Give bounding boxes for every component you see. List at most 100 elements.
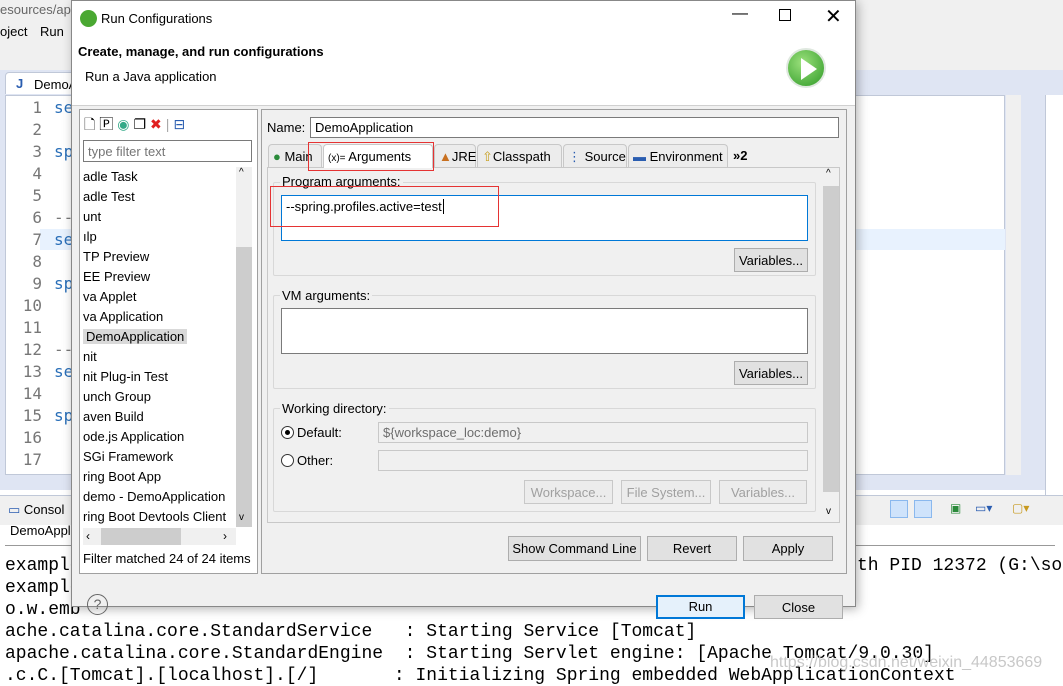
duplicate-icon[interactable]: ❐ <box>133 116 150 132</box>
line-number: 5 <box>32 186 42 205</box>
help-icon[interactable]: ? <box>87 594 108 615</box>
collapse-all-icon[interactable]: ⊟ <box>173 116 189 132</box>
maximize-button[interactable] <box>779 9 791 21</box>
line-number: 13 <box>22 362 42 381</box>
line-number: 9 <box>32 274 42 293</box>
line-number: 1 <box>32 98 42 117</box>
minimize-button[interactable]: — <box>732 5 748 23</box>
default-radio[interactable] <box>281 426 294 439</box>
config-tree-item[interactable]: unt <box>83 209 101 224</box>
environment-tab-icon: ▬ <box>633 149 650 164</box>
tree-vscrollbar[interactable]: ^ v <box>236 167 252 527</box>
tabs-overflow[interactable]: »2 <box>729 144 753 168</box>
console-line: ache.catalina.core.StandardService : Sta… <box>5 622 697 642</box>
line-number: 15 <box>22 406 42 425</box>
classpath-tab-icon: ⇧ <box>482 149 493 164</box>
line-number: 2 <box>32 120 42 139</box>
line-number: 8 <box>32 252 42 271</box>
export-icon[interactable]: ◉ <box>117 116 133 132</box>
watermark: https://blog.csdn.net/weixin_44853669 <box>770 654 1043 671</box>
line-number: 17 <box>22 450 42 469</box>
new-console-icon[interactable]: ▢▾ <box>1012 501 1029 515</box>
tab-environment[interactable]: ▬ Environment <box>628 144 728 168</box>
filter-input[interactable] <box>83 140 252 162</box>
line-number: 12 <box>22 340 42 359</box>
dialog-header: Create, manage, and run configurations R… <box>72 36 855 106</box>
content-vscrollbar[interactable]: ^ v <box>823 168 839 522</box>
close-window-button[interactable]: ✕ <box>825 4 842 29</box>
jre-tab-icon: ▲ <box>439 149 452 164</box>
config-tree-item[interactable]: ode.js Application <box>83 429 184 444</box>
config-tree-item[interactable]: va Application <box>83 309 163 324</box>
pin-console-icon[interactable] <box>890 500 908 518</box>
show-command-line-button[interactable]: Show Command Line <box>508 536 641 561</box>
remove-launch-icon[interactable] <box>914 500 932 518</box>
source-tab-icon: ⋮ <box>568 149 585 164</box>
name-input[interactable] <box>310 117 839 138</box>
console-line: example <box>5 578 81 598</box>
line-number: 16 <box>22 428 42 447</box>
new-config-icon[interactable]: 🗋 <box>84 116 99 132</box>
line-number: 11 <box>22 318 42 337</box>
spring-logo-icon <box>80 10 97 27</box>
config-tree-item[interactable]: nit Plug-in Test <box>83 369 168 384</box>
menu-project[interactable]: oject <box>0 24 27 39</box>
revert-button[interactable]: Revert <box>647 536 737 561</box>
config-tree-item[interactable]: DemoApplication <box>83 329 188 344</box>
file-system-button[interactable]: File System... <box>621 480 711 504</box>
workspace-button[interactable]: Workspace... <box>524 480 613 504</box>
display-console-icon[interactable]: ▭▾ <box>975 501 992 515</box>
editor-scrollbar[interactable] <box>1006 95 1021 475</box>
line-number: 3 <box>32 142 42 161</box>
line-number: 4 <box>32 164 42 183</box>
config-tree-item[interactable]: nit <box>83 349 97 364</box>
menu-run[interactable]: Run <box>40 24 64 39</box>
tree-vscroll-thumb[interactable] <box>236 247 252 527</box>
other-directory-field <box>378 450 808 471</box>
tab-source[interactable]: ⋮ Source <box>563 144 627 168</box>
program-variables-button[interactable]: Variables... <box>734 248 808 272</box>
tree-toolbar: 🗋🄿◉❐✖|⊟ <box>84 116 190 132</box>
config-tree-item[interactable]: ring Boot Devtools Client <box>83 509 226 524</box>
config-tree-item[interactable]: adle Task <box>83 169 138 184</box>
config-tree-item[interactable]: SGi Framework <box>83 449 173 464</box>
outline-panel <box>1045 95 1063 505</box>
console-line: o.w.emb <box>5 600 81 620</box>
run-banner-icon <box>786 48 826 88</box>
config-tree-item[interactable]: ring Boot App <box>83 469 161 484</box>
config-tree-item[interactable]: adle Test <box>83 189 135 204</box>
delete-icon[interactable]: ✖ <box>150 116 166 132</box>
vm-variables-button[interactable]: Variables... <box>734 361 808 385</box>
default-directory-field: ${workspace_loc:demo} <box>378 422 808 443</box>
console-tab[interactable]: ▭ Consol <box>8 502 64 518</box>
line-number: 6 <box>32 208 42 227</box>
line-number: 10 <box>22 296 42 315</box>
apply-button[interactable]: Apply <box>743 536 833 561</box>
close-button[interactable]: Close <box>754 595 843 619</box>
tab-jre[interactable]: ▲JRE <box>434 144 476 168</box>
config-tree-item[interactable]: unch Group <box>83 389 151 404</box>
tab-classpath[interactable]: ⇧Classpath <box>477 144 562 168</box>
vm-arguments-textarea[interactable] <box>281 308 808 354</box>
new-prototype-icon[interactable]: 🄿 <box>99 116 117 132</box>
run-button[interactable]: Run <box>656 595 745 619</box>
config-tree-item[interactable]: va Applet <box>83 289 137 304</box>
annotation-box-arguments-tab <box>308 142 434 171</box>
dialog-titlebar: Run Configurations — ✕ <box>72 1 855 36</box>
header-title: Create, manage, and run configurations <box>78 44 324 59</box>
open-console-icon[interactable]: ▣ <box>950 501 961 515</box>
workdir-variables-button[interactable]: Variables... <box>719 480 807 504</box>
config-tree-item[interactable]: demo - DemoApplication <box>83 489 225 504</box>
config-tree-item[interactable]: TP Preview <box>83 249 149 264</box>
other-radio[interactable] <box>281 454 294 467</box>
config-tree-item[interactable]: aven Build <box>83 409 144 424</box>
config-tree-item[interactable]: ılp <box>83 229 97 244</box>
config-tree-item[interactable]: EE Preview <box>83 269 150 284</box>
line-number: 14 <box>22 384 42 403</box>
annotation-box-program-args <box>270 186 499 227</box>
default-label: Default: <box>297 425 342 440</box>
name-label: Name: <box>267 120 306 135</box>
dialog-title: Run Configurations <box>101 11 213 26</box>
tree-hscrollbar[interactable]: ‹ › <box>83 528 236 545</box>
vm-arguments-label: VM arguments: <box>280 288 373 303</box>
